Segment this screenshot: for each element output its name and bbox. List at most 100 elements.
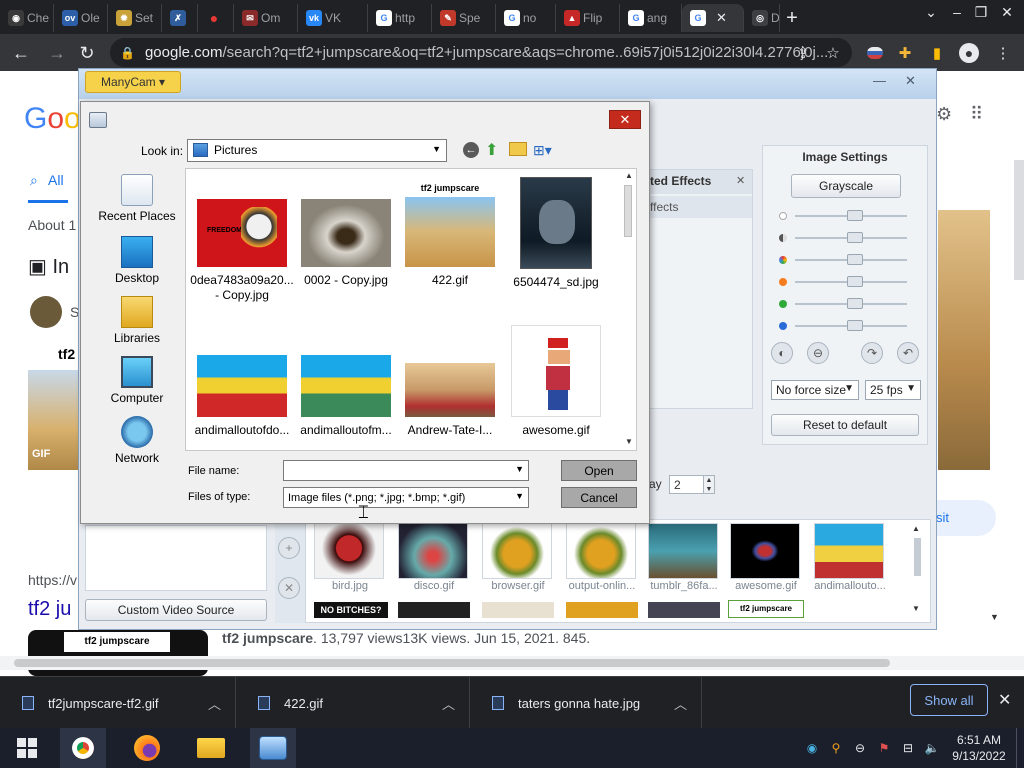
show-desktop-button[interactable] [1016, 728, 1024, 768]
new-folder-icon[interactable] [509, 142, 527, 156]
file-item[interactable]: tf2 jumpscare 422.gif [398, 181, 502, 288]
green-slider[interactable] [779, 298, 909, 310]
apps-grid-icon[interactable]: ⠿ [970, 104, 983, 125]
place-computer[interactable]: Computer [89, 356, 185, 405]
back-arrow-icon[interactable]: ← [10, 42, 32, 64]
media-thumb-row2-selected[interactable]: tf2 jumpscare [728, 600, 804, 618]
media-thumb-row2[interactable] [566, 602, 638, 618]
media-thumb[interactable] [814, 523, 884, 579]
browser-tab[interactable]: ● [198, 4, 234, 32]
close-icon[interactable]: ✕ [736, 174, 745, 187]
start-button[interactable] [4, 728, 50, 768]
file-item[interactable]: FREEDOM 0dea7483a09a20... - Copy.jpg [190, 199, 294, 303]
taskbar-chrome[interactable] [60, 728, 106, 768]
brightness-slider[interactable] [779, 210, 909, 222]
chevron-up-icon[interactable]: ︿ [442, 694, 455, 713]
files-of-type-select[interactable]: Image files (*.png; *.jpg; *.bmp; *.gif)… [283, 487, 529, 508]
sidebar-icon[interactable]: ▮ [926, 42, 948, 64]
file-item[interactable]: awesome.gif [504, 325, 608, 438]
file-list-scrollbar[interactable]: ▲ ▼ [622, 169, 636, 450]
remove-media-icon[interactable]: ✕ [278, 577, 300, 599]
forward-arrow-icon[interactable]: → [46, 42, 68, 64]
search-icon[interactable]: ⚲ [828, 740, 844, 756]
settings-gear-icon[interactable]: ⚙ [936, 104, 952, 125]
chevron-up-icon[interactable]: ︿ [674, 694, 687, 713]
close-icon[interactable]: ✕ [998, 690, 1011, 710]
red-slider[interactable] [779, 276, 909, 288]
contrast-slider[interactable] [779, 232, 909, 244]
browser-tab[interactable]: Gang [620, 4, 682, 32]
place-desktop[interactable]: Desktop [89, 236, 185, 285]
kebab-menu-icon[interactable]: ⋮ [992, 42, 1014, 64]
close-window-icon[interactable]: ✕ [994, 2, 1020, 22]
tab-all[interactable]: All [48, 172, 64, 188]
manycam-menu-button[interactable]: ManyCam ▾ [85, 71, 181, 93]
flag-icon[interactable]: ⚑ [876, 740, 892, 756]
browser-tab[interactable]: ◉ Che [0, 4, 54, 32]
minimize-icon[interactable]: – [944, 2, 970, 22]
reload-icon[interactable]: ↻ [76, 42, 98, 64]
download-item[interactable]: tf2jumpscare-tf2.gif ︿ [0, 677, 236, 729]
flip-horizontal-icon[interactable]: ◐ [771, 342, 793, 364]
result-title[interactable]: tf2 ju [28, 598, 71, 621]
cancel-button[interactable]: Cancel [561, 487, 637, 508]
browser-tab[interactable]: Gno [496, 4, 556, 32]
show-all-button[interactable]: Show all [910, 684, 988, 716]
channel-avatar[interactable] [30, 296, 62, 328]
chevron-down-icon[interactable]: ▼ [990, 612, 999, 622]
media-thumb-row2[interactable] [482, 602, 554, 618]
address-bar[interactable]: 🔒 google.com/search?q=tf2+jumpscare&oq=t… [110, 38, 852, 67]
media-thumb[interactable] [398, 523, 468, 579]
chevron-up-icon[interactable]: ︿ [208, 694, 221, 713]
download-item[interactable]: 422.gif ︿ [236, 677, 470, 729]
file-item[interactable]: andimalloutofdo... [190, 355, 294, 438]
media-thumb[interactable] [566, 523, 636, 579]
custom-video-source-button[interactable]: Custom Video Source [85, 599, 267, 621]
effects-item[interactable]: ffects [650, 196, 752, 218]
grayscale-button[interactable]: Grayscale [791, 174, 901, 198]
horizontal-scrollbar[interactable] [0, 656, 1024, 670]
browser-tab[interactable]: ✗ [162, 4, 198, 32]
browser-tab[interactable]: vk VK [298, 4, 368, 32]
volume-icon[interactable]: 🔈 [924, 740, 940, 756]
media-thumb[interactable] [482, 523, 552, 579]
minimize-icon[interactable]: — [873, 73, 886, 88]
tray-app-icon[interactable]: ◉ [804, 740, 820, 756]
force-size-select[interactable]: No force size ▼ [771, 380, 859, 400]
taskbar-firefox[interactable] [124, 728, 170, 768]
open-button[interactable]: Open [561, 460, 637, 481]
browser-tab-active[interactable]: G ✕ [682, 4, 744, 32]
new-tab-button[interactable]: + [780, 6, 804, 30]
place-network[interactable]: Network [89, 416, 185, 465]
browser-tab[interactable]: ✉ Om [234, 4, 298, 32]
page-scrollbar[interactable] [1014, 160, 1024, 280]
avatar[interactable]: ● [958, 42, 980, 64]
look-in-select[interactable]: Pictures ▼ [187, 139, 447, 162]
saturation-slider[interactable] [779, 254, 909, 266]
file-item[interactable]: andimalloutofm... [294, 355, 398, 438]
extension-flag-icon[interactable] [864, 42, 886, 64]
share-icon[interactable]: ⇪ [792, 42, 814, 64]
media-thumb[interactable] [648, 523, 718, 579]
puzzle-icon[interactable]: ✚ [894, 42, 916, 64]
browser-tab[interactable]: ◎De [744, 4, 780, 32]
view-menu-icon[interactable]: ⊞▾ [533, 142, 555, 158]
up-folder-icon[interactable]: ⬆ [485, 140, 503, 159]
close-icon[interactable]: ✕ [609, 110, 641, 129]
restore-icon[interactable]: ❐ [968, 2, 994, 22]
rotate-right-icon[interactable]: ↷ [861, 342, 883, 364]
blue-slider[interactable] [779, 320, 909, 332]
reset-to-default-button[interactable]: Reset to default [771, 414, 919, 436]
file-item[interactable]: Andrew-Tate-I... [398, 363, 502, 438]
download-item[interactable]: taters gonna hate.jpg ︿ [470, 677, 702, 729]
clock[interactable]: 6:51 AM 9/13/2022 [950, 732, 1008, 764]
network-icon[interactable]: ⊟ [900, 740, 916, 756]
browser-tab[interactable]: Ghttp [368, 4, 432, 32]
place-recent[interactable]: Recent Places [89, 174, 185, 223]
file-name-input[interactable]: ▼ [283, 460, 529, 481]
rotate-left-icon[interactable]: ↶ [897, 342, 919, 364]
close-icon[interactable]: ✕ [905, 73, 916, 89]
browser-tab[interactable]: ✎ Spe [432, 4, 496, 32]
delay-stepper[interactable]: ▲ ▼ [703, 475, 715, 494]
close-tab-icon[interactable]: ✕ [716, 10, 727, 26]
